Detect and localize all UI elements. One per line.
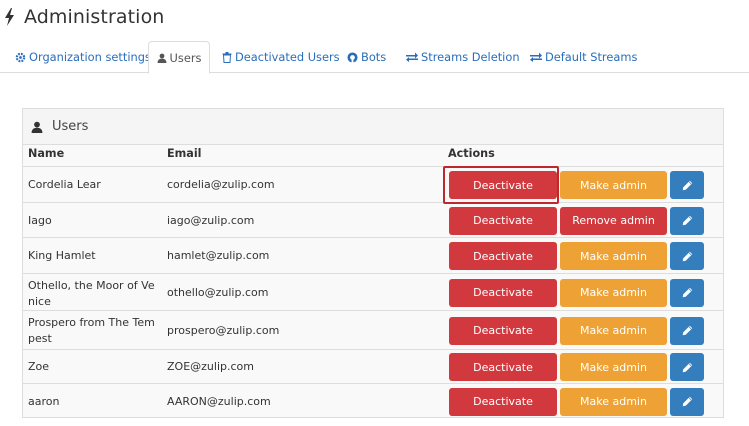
user-icon (157, 53, 167, 63)
user-name: Othello, the Moor of Venice (28, 279, 155, 308)
deactivate-button[interactable]: Deactivate (449, 242, 557, 270)
edit-user-button[interactable] (670, 353, 704, 381)
page-title: Administration (24, 6, 165, 28)
bolt-icon (5, 8, 14, 26)
make-admin-button[interactable]: Make admin (560, 387, 667, 416)
make-admin-button[interactable]: Make admin (560, 171, 667, 199)
deactivate-button[interactable]: Deactivate (449, 316, 557, 345)
panel-heading: Users (23, 109, 723, 145)
table-row: Cordelia Lear cordelia@zulip.com Deactivat… (23, 166, 723, 202)
pencil-icon (682, 396, 692, 407)
table-row: King Hamlet hamlet@zulip.com Deactivate Mak… (23, 237, 723, 273)
deactivate-button[interactable]: Deactivate (449, 387, 557, 416)
panel-title: Users (52, 119, 89, 134)
deactivate-button[interactable]: Deactivate (449, 206, 557, 235)
user-email: hamlet@zulip.com (167, 249, 270, 262)
user-email: iago@zulip.com (167, 213, 255, 227)
admin-tabs: Organization settings Users Deactivated … (0, 41, 749, 74)
pencil-icon (682, 287, 692, 298)
trash-icon (222, 51, 232, 63)
edit-user-button[interactable] (670, 171, 704, 199)
user-name: Cordelia Lear (28, 178, 101, 191)
user-icon (31, 121, 43, 133)
user-name: Prospero from The Tempest (28, 316, 155, 345)
pencil-icon (682, 215, 692, 226)
column-header-actions: Actions (448, 147, 495, 160)
exchange-icon (406, 52, 418, 62)
edit-user-button[interactable] (670, 206, 704, 235)
tab-label: Organization settings (29, 50, 151, 64)
tab-users[interactable]: Users (148, 41, 210, 74)
table-row: Zoe ZOE@zulip.com Deactivate Make admin (23, 349, 723, 383)
pencil-icon (682, 180, 692, 190)
table-row: Iago iago@zulip.com Deactivate Remove admin (23, 202, 723, 237)
tab-label: Streams Deletion (421, 50, 520, 64)
pencil-icon (682, 325, 692, 336)
exchange-icon (530, 52, 542, 62)
tab-label: Bots (361, 50, 387, 64)
make-admin-button[interactable]: Make admin (560, 278, 667, 307)
edit-user-button[interactable] (670, 242, 704, 270)
tab-default-streams[interactable]: Default Streams (530, 41, 637, 73)
column-header-email: Email (167, 147, 202, 160)
user-email: ZOE@zulip.com (167, 360, 254, 373)
remove-admin-button[interactable]: Remove admin (560, 206, 667, 235)
table-row: aaron AARON@zulip.com Deactivate Make admin (23, 383, 723, 418)
tab-bots[interactable]: Bots (347, 41, 386, 73)
table-row: Prospero from The Tempest prospero@zulip.… (23, 310, 723, 349)
user-email: cordelia@zulip.com (167, 178, 275, 191)
pencil-icon (682, 251, 692, 261)
pencil-icon (682, 362, 692, 372)
user-name: King Hamlet (28, 249, 96, 262)
user-email: AARON@zulip.com (167, 394, 271, 408)
tab-label: Users (169, 50, 202, 65)
tab-label: Deactivated Users (235, 50, 340, 64)
make-admin-button[interactable]: Make admin (560, 353, 667, 381)
edit-user-button[interactable] (670, 278, 704, 307)
tab-streams-deletion[interactable]: Streams Deletion (406, 41, 520, 73)
user-email: othello@zulip.com (167, 285, 269, 299)
deactivate-button[interactable]: Deactivate (449, 353, 557, 381)
github-icon (347, 51, 358, 63)
page-header: Administration (4, 4, 164, 30)
make-admin-button[interactable]: Make admin (560, 242, 667, 270)
make-admin-button[interactable]: Make admin (560, 316, 667, 345)
tab-label: Default Streams (545, 50, 638, 64)
user-name: Zoe (28, 360, 50, 373)
table-row: Othello, the Moor of Venice othello@zulip… (23, 273, 723, 310)
users-panel: Users Name Email Actions Cordelia Lear co… (22, 108, 724, 418)
user-name: aaron (28, 394, 60, 408)
user-email: prospero@zulip.com (167, 323, 280, 337)
user-name: Iago (28, 213, 52, 227)
edit-user-button[interactable] (670, 387, 704, 416)
tab-organization-settings[interactable]: Organization settings (15, 41, 151, 73)
gear-icon (15, 52, 26, 62)
tab-deactivated-users[interactable]: Deactivated Users (222, 41, 340, 73)
edit-user-button[interactable] (670, 316, 704, 345)
deactivate-button[interactable]: Deactivate (449, 171, 557, 199)
deactivate-button[interactable]: Deactivate (449, 278, 557, 307)
column-header-name: Name (28, 147, 65, 160)
